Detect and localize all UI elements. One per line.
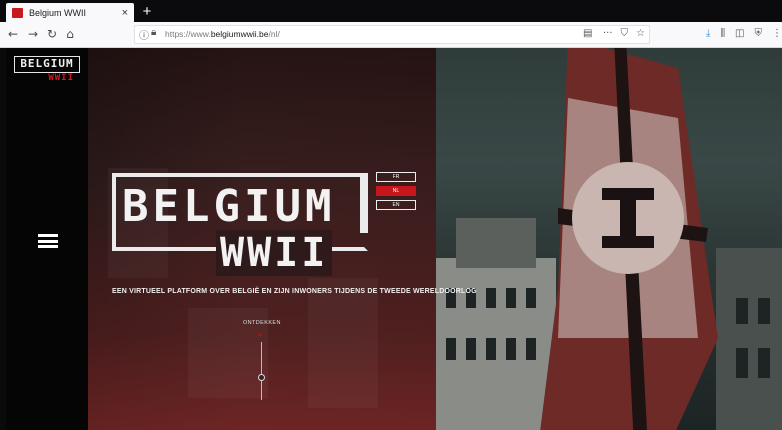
lang-fr-button[interactable]: FR [376,172,416,182]
sidebar: BELGIUM WWII [6,48,88,430]
tab-title: Belgium WWII [29,7,87,18]
scroll-line [261,342,262,400]
url-bar[interactable]: ⓘ 🔒︎ https://www.belgiumwwii.be/nl/ ▤ ··… [134,25,650,44]
more-icon[interactable]: ··· [603,28,613,39]
shield-icon[interactable]: ⛨ [755,28,763,39]
site-logo[interactable]: BELGIUM WWII [14,56,80,86]
url-text[interactable]: https://www.belgiumwwii.be/nl/ [165,29,280,39]
lang-en-button[interactable]: EN [376,200,416,210]
page: BELGIUM WWII BELGIUM WWII FR NL EN EEN V… [0,48,782,430]
tab-bar: Belgium WWII × + [0,0,782,22]
sidebar-icon[interactable]: ◫ [735,28,744,39]
menu-icon[interactable]: ⋮ [772,28,782,39]
pocket-icon[interactable]: ⛉ [621,28,629,39]
tab-close-button[interactable]: × [122,7,128,19]
lock-icon[interactable]: 🔒︎ [151,27,156,38]
star-icon[interactable]: ☆ [636,28,645,39]
forward-icon[interactable]: → [26,27,40,41]
discover-link[interactable]: ONTDEKKEN [243,320,281,326]
hero-title: BELGIUM [122,181,336,232]
url-actions: ··· ⛉ ☆ [603,28,645,39]
hamburger-icon[interactable] [38,234,58,248]
navigation-bar: ← → ↻ ⌂ ⓘ 🔒︎ https://www.belgiumwwii.be/… [0,22,782,48]
favicon-icon [12,7,23,18]
title-frame-right [360,173,368,233]
chevron-down-icon[interactable]: ⌄ [256,329,264,339]
reload-icon[interactable]: ↻ [45,27,59,41]
hero-tagline: EEN VIRTUEEL PLATFORM OVER BELGIË EN ZIJ… [112,288,477,295]
reader-icon[interactable]: ▤ [583,28,595,42]
home-icon[interactable]: ⌂ [63,27,77,41]
scroll-indicator[interactable] [258,374,265,381]
new-tab-button[interactable]: + [138,3,156,20]
tab-belgium-wwii[interactable]: Belgium WWII × [6,3,134,22]
download-icon[interactable]: ⤓ [706,28,710,39]
lang-nl-button[interactable]: NL [376,186,416,196]
hero-subtitle: WWII [216,230,333,276]
info-icon[interactable]: ⓘ [139,27,149,42]
back-icon[interactable]: ← [6,27,20,41]
hero-photo [436,48,782,430]
toolbar-right: ⤓ ⫼ ◫ ⛨ ⋮ [706,28,782,39]
flag-image [540,48,718,430]
library-icon[interactable]: ⫼ [720,28,725,39]
